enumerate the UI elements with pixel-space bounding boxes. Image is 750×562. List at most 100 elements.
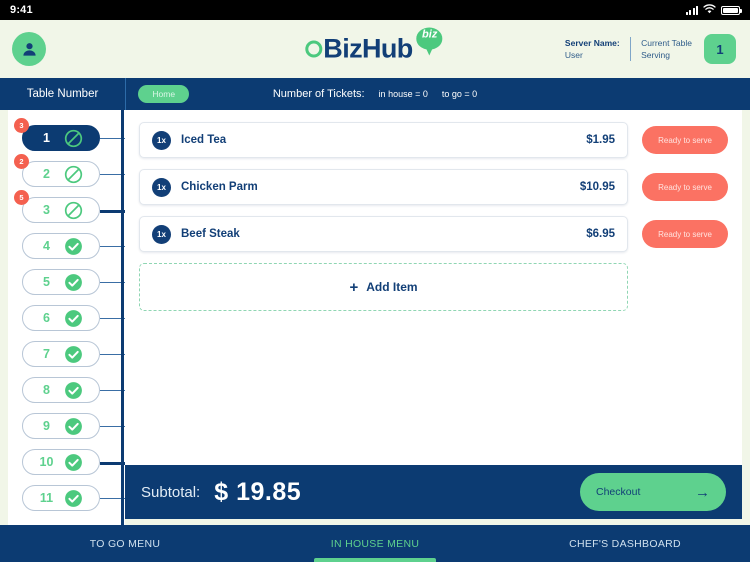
tickets-to-go: to go = 0	[441, 89, 478, 99]
table-notification-badge: 3	[14, 118, 29, 133]
app-root: 9:41 BizHub biz Server Name: User Curren…	[0, 0, 750, 562]
table-pill-3[interactable]: 53	[14, 190, 100, 223]
check-circle-icon	[64, 453, 83, 472]
quantity-badge: 1x	[152, 130, 171, 150]
logo-text: BizHub	[323, 33, 413, 64]
ready-to-serve-button[interactable]: Ready to serve	[642, 220, 728, 248]
bottom-tab-bar: TO GO MENU IN HOUSE MENU CHEF'S DASHBOARD	[0, 525, 750, 562]
table-pill-10[interactable]: 10	[22, 449, 100, 475]
table-row: 31	[8, 118, 125, 156]
order-panel: 1x Iced Tea $1.95 Ready to serve 1x Chicken P…	[125, 110, 742, 465]
order-item-row: 1x Chicken Parm $10.95 Ready to serve	[139, 169, 728, 205]
item-name: Chicken Parm	[181, 181, 258, 193]
item-price: $10.95	[579, 181, 615, 193]
check-circle-icon	[64, 489, 83, 508]
battery-icon	[721, 5, 742, 15]
tab-in-house-menu[interactable]: IN HOUSE MENU	[250, 525, 500, 562]
add-item-button[interactable]: + Add Item	[139, 263, 628, 311]
table-row: 22	[8, 154, 125, 192]
logo-pin-text: biz	[422, 28, 438, 41]
check-circle-icon	[64, 417, 83, 436]
arrow-right-icon: →	[695, 483, 710, 501]
checkout-label: Checkout	[596, 486, 641, 498]
table-row: 4	[8, 228, 125, 264]
wifi-icon	[703, 1, 716, 19]
current-table-block: Current Table Serving	[641, 37, 692, 62]
table-number-label: 10	[39, 455, 54, 469]
order-item-row: 1x Iced Tea $1.95 Ready to serve	[139, 122, 728, 158]
server-name-label: Server Name:	[564, 37, 620, 48]
server-name-value: User	[564, 50, 583, 60]
table-pill-11[interactable]: 11	[22, 485, 100, 511]
table-sidebar[interactable]: 3 1 2 2 5 3 4 5 6 7 8 9 10 11	[8, 110, 125, 525]
table-row: 11	[8, 480, 125, 516]
ready-to-serve-button[interactable]: Ready to serve	[642, 126, 728, 154]
tab-to-go-menu[interactable]: TO GO MENU	[0, 525, 250, 562]
app-header: BizHub biz Server Name: User Current Tab…	[0, 20, 750, 78]
check-circle-icon	[64, 237, 83, 256]
sidebar-rail	[121, 110, 124, 525]
current-table-badge[interactable]: 1	[704, 34, 736, 64]
brand-logo: BizHub biz	[305, 27, 444, 64]
table-number-label: 8	[43, 383, 50, 397]
add-item-label: Add Item	[366, 280, 418, 294]
check-circle-icon	[64, 345, 83, 364]
server-name-block: Server Name: User	[565, 37, 620, 62]
table-number-label: 5	[43, 275, 50, 289]
item-price: $6.95	[586, 228, 615, 240]
subtotal-label: Subtotal:	[141, 483, 201, 501]
table-number-label: 2	[43, 167, 50, 181]
check-circle-icon	[64, 273, 83, 292]
blocked-circle-icon	[64, 201, 83, 220]
subtotal-value: $ 19.85	[214, 477, 302, 506]
tickets-summary: Number of Tickets: in house = 0 to go = …	[273, 88, 477, 100]
current-table-sub: Serving	[641, 50, 670, 60]
table-number-label: 6	[43, 311, 50, 325]
table-number-label: 4	[43, 239, 50, 253]
order-item-row: 1x Beef Steak $6.95 Ready to serve	[139, 216, 728, 252]
table-pill-8[interactable]: 8	[22, 377, 100, 403]
table-row: 10	[8, 444, 125, 480]
nav-strip: Table Number Home Number of Tickets: in …	[0, 78, 750, 110]
item-price: $1.95	[586, 134, 615, 146]
table-pill-9[interactable]: 9	[22, 413, 100, 439]
item-name: Beef Steak	[181, 228, 240, 240]
order-item-card[interactable]: 1x Iced Tea $1.95	[139, 122, 628, 158]
table-number-header: Table Number	[26, 88, 99, 100]
table-pill-5[interactable]: 5	[22, 269, 100, 295]
table-number-label: 3	[43, 203, 50, 217]
order-item-card[interactable]: 1x Chicken Parm $10.95	[139, 169, 628, 205]
table-row: 5	[8, 264, 125, 300]
table-number-label: 11	[39, 491, 54, 505]
tab-chef-s-dashboard[interactable]: CHEF'S DASHBOARD	[500, 525, 750, 562]
table-number-label: 1	[43, 131, 50, 145]
checkout-button[interactable]: Checkout →	[580, 473, 726, 511]
table-row: 53	[8, 190, 125, 228]
tickets-in-house: in house = 0	[378, 89, 428, 99]
current-table-label: Current Table	[641, 37, 692, 48]
ready-to-serve-button[interactable]: Ready to serve	[642, 173, 728, 201]
plus-icon: +	[349, 278, 359, 296]
blocked-circle-icon	[64, 165, 83, 184]
order-item-list: 1x Iced Tea $1.95 Ready to serve 1x Chicken P…	[139, 122, 728, 252]
item-name: Iced Tea	[181, 134, 227, 146]
table-pill-2[interactable]: 22	[14, 154, 100, 187]
header-divider	[629, 37, 632, 61]
subtotal-bar: Subtotal: $ 19.85 Checkout →	[125, 465, 742, 519]
blocked-circle-icon	[64, 129, 83, 148]
user-avatar-icon[interactable]	[12, 32, 46, 66]
check-circle-icon	[64, 309, 83, 328]
table-row: 8	[8, 372, 125, 408]
logo-circle-icon	[305, 40, 323, 58]
order-item-card[interactable]: 1x Beef Steak $6.95	[139, 216, 628, 252]
header-meta: Server Name: User Current Table Serving …	[565, 34, 736, 64]
table-pill-6[interactable]: 6	[22, 305, 100, 331]
table-row: 6	[8, 300, 125, 336]
table-row: 7	[8, 336, 125, 372]
table-pill-1[interactable]: 31	[14, 118, 100, 151]
table-pill-4[interactable]: 4	[22, 233, 100, 259]
table-list: 3 1 2 2 5 3 4 5 6 7 8 9 10 11	[8, 110, 125, 516]
table-pill-7[interactable]: 7	[22, 341, 100, 367]
home-button[interactable]: Home	[138, 85, 190, 103]
table-notification-badge: 2	[14, 154, 29, 169]
